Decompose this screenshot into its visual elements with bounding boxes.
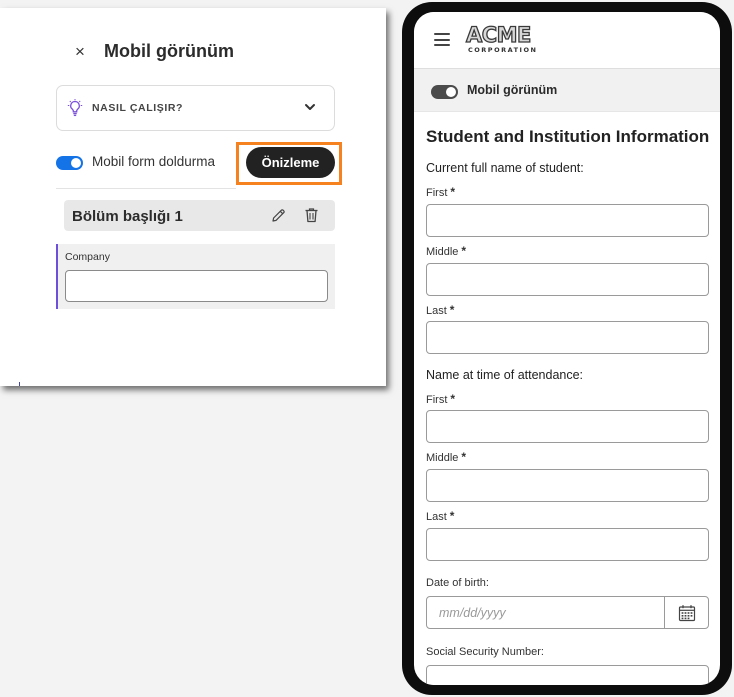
how-it-works-label: NASIL ÇALIŞIR? bbox=[92, 102, 184, 114]
chevron-down-icon[interactable] bbox=[304, 102, 316, 112]
attendance-first-name-label: First * bbox=[426, 392, 456, 406]
lightbulb-icon bbox=[67, 99, 83, 117]
panel-title: Mobil görünüm bbox=[104, 41, 234, 61]
hamburger-menu-icon[interactable] bbox=[434, 33, 450, 46]
mobile-view-label: Mobil görünüm bbox=[467, 83, 558, 97]
first-name-label: First * bbox=[426, 185, 456, 199]
section-title: Bölüm başlığı 1 bbox=[72, 208, 183, 225]
ssn-label: Social Security Number: bbox=[426, 646, 544, 658]
company-field-block[interactable]: Company bbox=[56, 244, 335, 309]
ssn-input[interactable] bbox=[426, 665, 709, 685]
logo-subtitle: CORPORATION bbox=[468, 46, 538, 54]
date-separator bbox=[664, 597, 665, 628]
attendance-middle-name-input[interactable] bbox=[426, 469, 709, 502]
attendance-last-name-label: Last * bbox=[426, 509, 455, 523]
phone-screen: ACME CORPORATION Mobil görünüm Student a… bbox=[414, 12, 720, 685]
company-input[interactable] bbox=[65, 270, 328, 302]
current-first-name-input[interactable] bbox=[426, 204, 709, 237]
current-last-name-input[interactable] bbox=[426, 321, 709, 354]
dob-input[interactable]: mm/dd/yyyy bbox=[426, 596, 709, 629]
phone-frame: ACME CORPORATION Mobil görünüm Student a… bbox=[402, 2, 732, 695]
attendance-name-group-label: Name at time of attendance: bbox=[426, 368, 584, 382]
panel-edge-mark bbox=[19, 382, 20, 386]
calendar-icon[interactable] bbox=[678, 604, 696, 622]
mobile-view-toggle[interactable] bbox=[431, 85, 458, 99]
current-name-group-label: Current full name of student: bbox=[426, 161, 584, 175]
trash-icon[interactable] bbox=[304, 207, 319, 223]
section-header[interactable]: Bölüm başlığı 1 bbox=[64, 200, 335, 231]
pencil-icon[interactable] bbox=[271, 208, 286, 223]
company-field-label: Company bbox=[65, 251, 110, 263]
form-title: Student and Institution Information bbox=[426, 127, 710, 146]
current-middle-name-input[interactable] bbox=[426, 263, 709, 296]
logo-wordmark: ACME bbox=[465, 22, 532, 47]
preview-button[interactable]: Önizleme bbox=[246, 147, 335, 178]
mobile-fill-toggle-label: Mobil form doldurma bbox=[92, 154, 216, 169]
mobile-view-bar: Mobil görünüm bbox=[414, 68, 720, 112]
mobile-fill-toggle[interactable] bbox=[56, 156, 83, 170]
how-it-works-accordion[interactable]: NASIL ÇALIŞIR? bbox=[56, 85, 335, 131]
attendance-middle-name-label: Middle * bbox=[426, 450, 467, 464]
middle-name-label: Middle * bbox=[426, 244, 467, 258]
dob-placeholder: mm/dd/yyyy bbox=[439, 606, 506, 620]
acme-logo: ACME CORPORATION bbox=[465, 22, 546, 57]
last-name-label: Last * bbox=[426, 303, 455, 317]
attendance-first-name-input[interactable] bbox=[426, 410, 709, 443]
close-icon[interactable]: × bbox=[72, 43, 88, 60]
app-header: ACME CORPORATION bbox=[414, 12, 720, 68]
mobile-view-panel: × Mobil görünüm NASIL ÇALIŞIR? Mobil for… bbox=[0, 8, 386, 386]
dob-label: Date of birth: bbox=[426, 577, 489, 589]
divider bbox=[56, 188, 236, 189]
attendance-last-name-input[interactable] bbox=[426, 528, 709, 561]
